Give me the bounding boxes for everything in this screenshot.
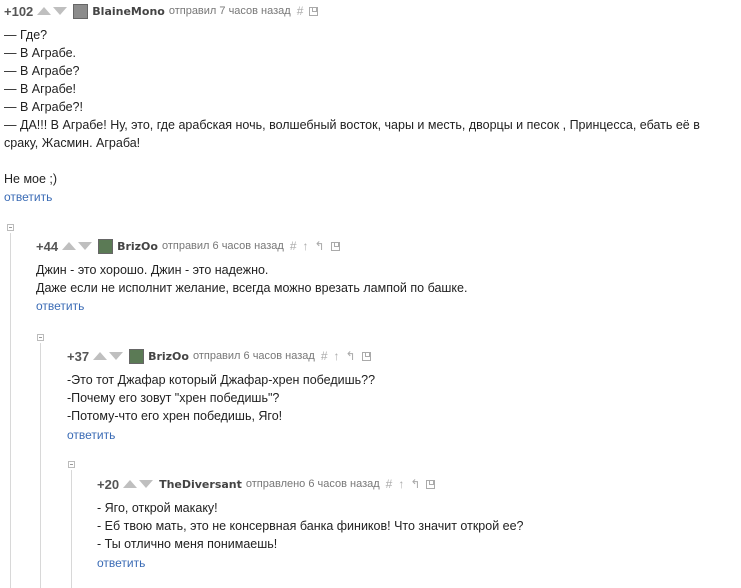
comment-header: +102 BlaineMono отправил 7 часов назад # [4,1,739,21]
comment-line: - Еб твою мать, это не консервная банка … [97,519,524,533]
parent-icon[interactable]: ↰ [346,349,356,363]
thread-line [40,343,41,588]
up-arrow-icon[interactable]: ↑ [398,477,404,491]
thread-line [71,470,72,588]
comment-header: +37 BrizOo отправил 6 часов назад # ↑ ↰ [67,346,737,366]
hash-icon[interactable]: # [297,4,304,18]
comment-line: — В Аграбе? [4,64,80,78]
comment-line: — В Аграбе?! [4,100,83,114]
comment-line: -Почему его зовут "хрен победишь"? [67,391,280,405]
vote-down-icon[interactable] [109,352,124,360]
comment-header: +20 TheDiversant отправлено 6 часов наза… [97,474,737,494]
hash-icon[interactable]: # [290,239,297,253]
reply-link[interactable]: ответить [67,428,115,442]
avatar[interactable] [129,348,145,364]
comment-meta: отправил 7 часов назад [168,5,291,17]
save-icon[interactable] [330,241,340,251]
comment-line: — ДА!!! В Аграбе! Ну, это, где арабская … [4,118,700,132]
up-arrow-icon[interactable]: ↑ [303,239,309,253]
collapse-toggle-icon[interactable] [7,224,14,231]
comment-line: -Потому-что его хрен победишь, Яго! [67,409,283,423]
comment-rating: +44 [36,238,59,254]
comment-rating: +20 [97,476,120,492]
comment-2: +44 BrizOo отправил 6 часов назад # ↑ ↰ … [36,236,736,315]
hash-icon[interactable]: # [386,477,393,491]
avatar[interactable] [98,238,114,254]
comment-1: +102 BlaineMono отправил 7 часов назад #… [4,1,739,206]
comment-line: — В Аграбе. [4,46,77,60]
author-link[interactable]: BrizOo [117,240,158,253]
reply-link[interactable]: ответить [36,299,84,313]
collapse-toggle-icon[interactable] [37,334,44,341]
avatar[interactable] [73,3,89,19]
comment-3: +37 BrizOo отправил 6 часов назад # ↑ ↰ … [67,346,737,444]
comment-line: -Это тот Джафар который Джафар-хрен побе… [67,373,376,387]
comment-body: -Это тот Джафар который Джафар-хрен побе… [67,371,737,425]
comment-line: Даже если не исполнит желание, всегда мо… [36,281,468,295]
vote-down-icon[interactable] [139,480,154,488]
vote-up-icon[interactable] [93,352,108,360]
comment-meta: отправлено 6 часов назад [245,478,380,490]
vote-up-icon[interactable] [62,242,77,250]
comment-line: Не мое ;) [4,172,58,186]
vote-up-icon[interactable] [37,7,52,15]
comment-line: Джин - это хорошо. Джин - это надежно. [36,263,269,277]
comment-meta: отправил 6 часов назад [192,350,315,362]
author-link[interactable]: BrizOo [148,350,189,363]
reply-link[interactable]: ответить [97,556,145,570]
comment-4: +20 TheDiversant отправлено 6 часов наза… [97,474,737,572]
parent-icon[interactable]: ↰ [410,477,420,491]
save-icon[interactable] [426,479,436,489]
vote-down-icon[interactable] [78,242,93,250]
comment-line [4,152,739,170]
vote-up-icon[interactable] [123,480,138,488]
comment-line: - Яго, открой макаку! [97,501,218,515]
save-icon[interactable] [309,6,319,16]
author-link[interactable]: BlaineMono [92,5,165,18]
comment-line: — Где? [4,28,48,42]
save-icon[interactable] [361,351,371,361]
comment-line: — В Аграбе! [4,82,77,96]
author-link[interactable]: TheDiversant [159,478,242,491]
parent-icon[interactable]: ↰ [315,239,325,253]
comment-rating: +102 [4,3,34,19]
comment-body: - Яго, открой макаку! - Еб твою мать, эт… [97,499,737,553]
comment-body: — Где? — В Аграбе. — В Аграбе? — В Аграб… [4,26,739,188]
comment-meta: отправил 6 часов назад [161,240,284,252]
comment-header: +44 BrizOo отправил 6 часов назад # ↑ ↰ [36,236,736,256]
hash-icon[interactable]: # [321,349,328,363]
vote-down-icon[interactable] [53,7,68,15]
comment-rating: +37 [67,348,90,364]
reply-link[interactable]: ответить [4,190,52,204]
up-arrow-icon[interactable]: ↑ [334,349,340,363]
thread-line [10,233,11,588]
comment-line: - Ты отлично меня понимаешь! [97,537,278,551]
comment-body: Джин - это хорошо. Джин - это надежно. Д… [36,261,736,297]
collapse-toggle-icon[interactable] [68,461,75,468]
comment-line: сраку, Жасмин. Аграба! [4,136,141,150]
